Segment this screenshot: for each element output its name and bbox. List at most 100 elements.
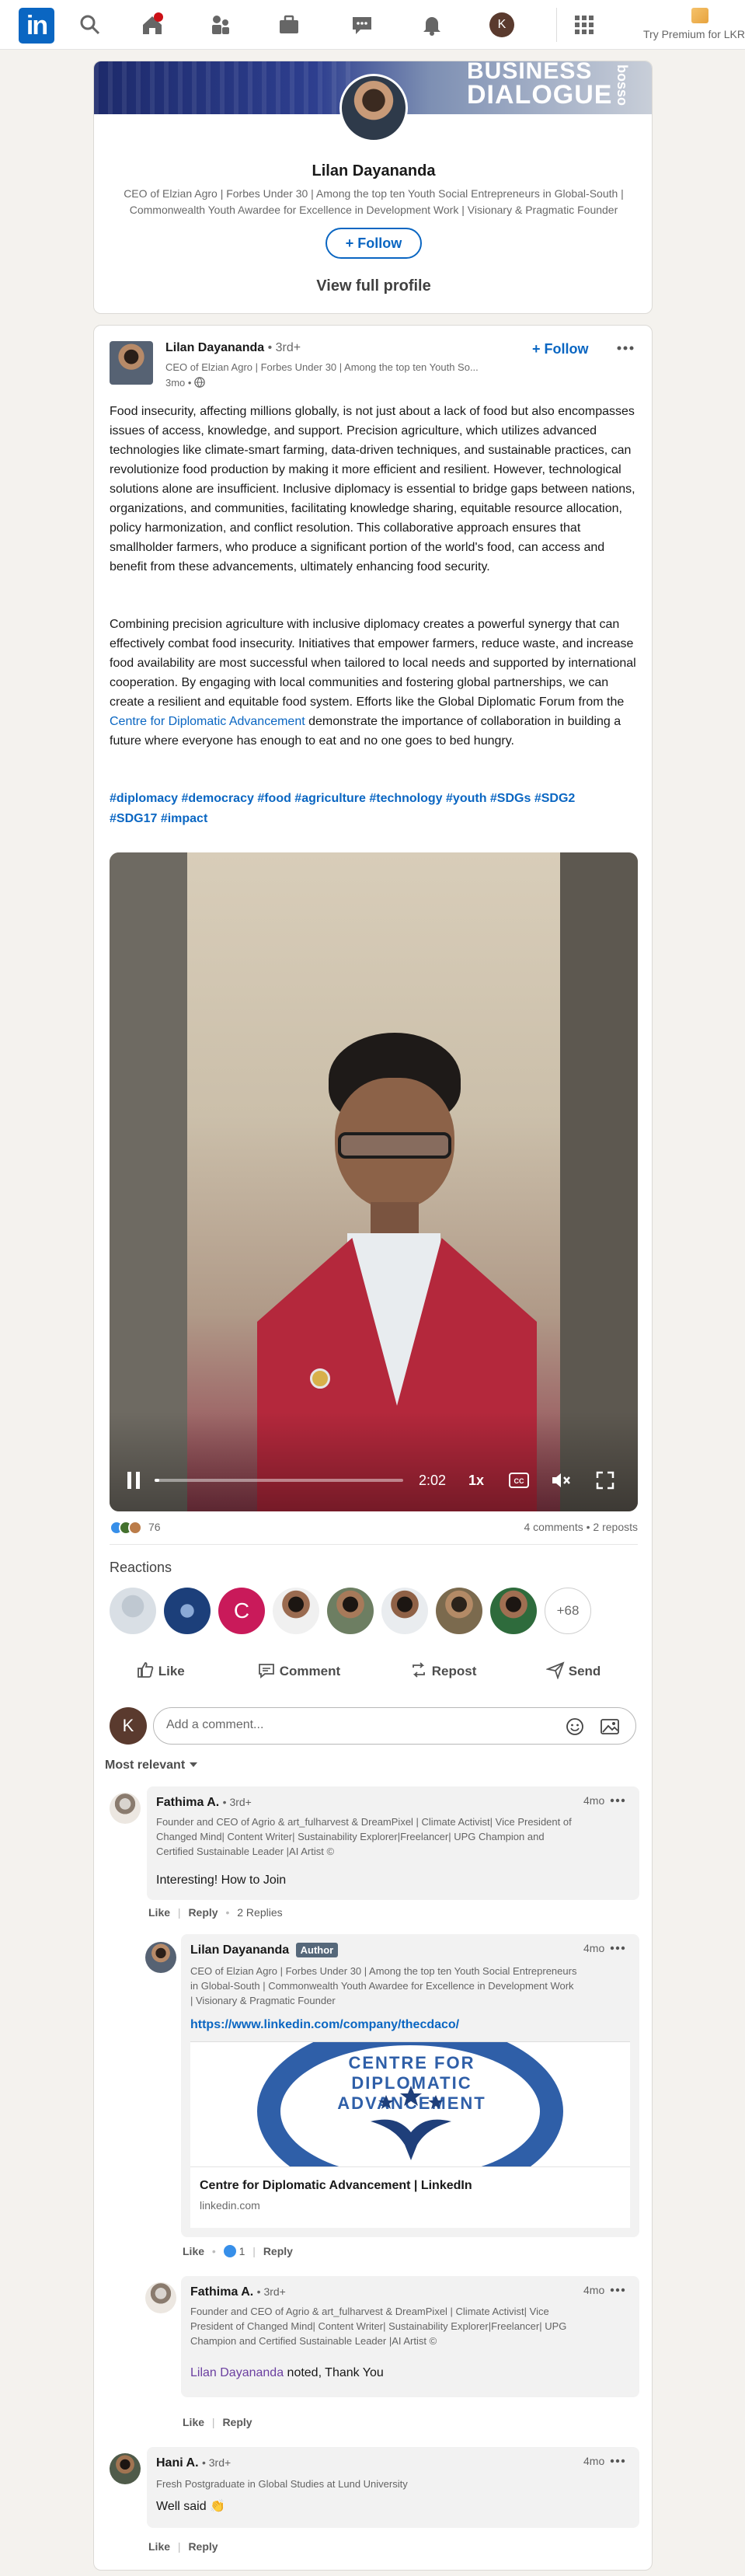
pause-icon[interactable] (127, 1471, 141, 1490)
profile-avatar[interactable] (339, 74, 408, 142)
hashtags-line-2[interactable]: #SDG17 #impact (110, 809, 207, 828)
me-avatar[interactable]: K (489, 12, 514, 37)
repost-button[interactable]: Repost (409, 1661, 476, 1679)
comment-more-icon[interactable] (610, 2458, 625, 2464)
comment-icon (259, 1664, 274, 1678)
comment-reply-button[interactable]: Reply (188, 2540, 218, 2553)
notifications-icon[interactable] (419, 12, 444, 37)
cda-mention-link[interactable]: Centre for Diplomatic Advancement (110, 715, 305, 728)
send-button[interactable]: Send (545, 1661, 601, 1680)
reply-like-button[interactable]: Like (183, 2416, 204, 2428)
reactor-avatar[interactable] (436, 1588, 482, 1634)
reply-more-icon[interactable] (610, 1945, 625, 1951)
image-icon[interactable] (600, 1717, 620, 1736)
my-network-icon[interactable] (208, 12, 233, 37)
video-progress-track[interactable] (155, 1479, 403, 1482)
comment-time: 4mo (583, 1794, 605, 1807)
profile-headline: CEO of Elzian Agro | Forbes Under 30 | A… (124, 187, 624, 216)
reply-author-line: Fathima A. • 3rd+ (190, 2285, 286, 2299)
like-button[interactable]: Like (136, 1661, 185, 1679)
top-nav: in K Try Premium for LKR (0, 0, 745, 50)
post-author-name[interactable]: Lilan Dayananda (165, 341, 264, 354)
comment-reply-button[interactable]: Reply (188, 1906, 218, 1919)
svg-text:CC: CC (514, 1477, 524, 1485)
comment-author[interactable]: Hani A. (156, 2456, 199, 2470)
fullscreen-icon[interactable] (596, 1471, 614, 1490)
post-author-headline: CEO of Elzian Agro | Forbes Under 30 | A… (165, 361, 479, 373)
repost-icon (413, 1662, 425, 1678)
post-author-line: Lilan Dayananda • 3rd+ (165, 341, 301, 355)
comment-time: 4mo (583, 2455, 605, 2467)
profile-follow-button[interactable]: + Follow (326, 228, 422, 259)
grid-icon[interactable] (572, 12, 597, 37)
comment-button[interactable]: Comment (257, 1661, 340, 1679)
video-player[interactable]: 2:02 1x CC (110, 852, 638, 1511)
reply-author-line: Lilan Dayananda Author (190, 1943, 339, 1957)
post-author-avatar[interactable] (110, 341, 153, 385)
view-full-profile-link[interactable]: View full profile (94, 277, 652, 295)
reply-author[interactable]: Fathima A. (190, 2285, 253, 2299)
post-time: 3mo • (165, 377, 192, 389)
reply-like-count[interactable]: 1 (239, 2245, 245, 2257)
reply-avatar[interactable] (145, 2282, 176, 2313)
comment-like-button[interactable]: Like (148, 1906, 170, 1919)
reactor-avatar[interactable]: C (218, 1588, 265, 1634)
reply-author[interactable]: Lilan Dayananda (190, 1943, 289, 1957)
comment-author[interactable]: Fathima A. (156, 1796, 219, 1809)
comment-avatar[interactable] (110, 2453, 141, 2484)
reactor-avatar[interactable] (381, 1588, 428, 1634)
premium-link[interactable]: Try Premium for LKR (643, 28, 745, 40)
comment-text: Well said 👏 (156, 2500, 225, 2513)
post-paragraph-2: Combining precision agriculture with inc… (110, 615, 636, 751)
emoji-icon[interactable] (566, 1717, 584, 1736)
reply-degree: • 3rd+ (256, 2285, 286, 2298)
reactor-avatar[interactable] (164, 1588, 211, 1634)
link-preview-card[interactable]: CENTRE FOR DIPLOMATIC ADVANCEMENT Centre… (190, 2041, 630, 2228)
commenter-avatar: K (110, 1707, 147, 1745)
comment-more-icon[interactable] (610, 1797, 625, 1804)
reply-box: Lilan Dayananda Author 4mo CEO of Elzian… (181, 1934, 639, 2237)
more-reactors-button[interactable]: +68 (545, 1588, 591, 1634)
reactor-avatar[interactable] (110, 1588, 156, 1634)
add-comment-placeholder: Add a comment... (166, 1718, 264, 1731)
messaging-icon[interactable] (350, 12, 374, 37)
reaction-count[interactable]: 76 (148, 1521, 161, 1533)
jobs-icon[interactable] (277, 12, 301, 37)
send-label: Send (568, 1664, 601, 1678)
more-options-icon[interactable] (616, 344, 635, 352)
add-comment-input[interactable]: Add a comment... (153, 1707, 636, 1745)
comment-avatar[interactable] (110, 1793, 141, 1824)
reply-avatar[interactable] (145, 1942, 176, 1973)
comment-author-line: Fathima A. • 3rd+ (156, 1796, 252, 1810)
post-follow-button[interactable]: + Follow (532, 341, 589, 357)
thumb-up-icon (138, 1662, 154, 1678)
repost-label: Repost (431, 1664, 477, 1678)
mute-icon[interactable] (551, 1471, 571, 1490)
captions-icon[interactable]: CC (509, 1472, 529, 1489)
eagle-emblem-icon (371, 2086, 451, 2160)
reactor-avatar[interactable] (273, 1588, 319, 1634)
like-label: Like (158, 1664, 185, 1678)
linkedin-logo[interactable]: in (19, 8, 54, 44)
reply-like-button[interactable]: Like (183, 2245, 204, 2257)
reply-more-icon[interactable] (610, 2287, 625, 2293)
company-link[interactable]: https://www.linkedin.com/company/thecdac… (190, 2018, 459, 2032)
profile-name[interactable]: Lilan Dayananda (94, 162, 652, 180)
search-icon[interactable] (78, 12, 103, 37)
comment-degree: • 3rd+ (222, 1796, 252, 1808)
comment-replies-count[interactable]: 2 Replies (237, 1906, 282, 1919)
reply-reply-button[interactable]: Reply (263, 2245, 293, 2257)
mention-link[interactable]: Lilan Dayananda (190, 2366, 284, 2379)
premium-icon[interactable] (691, 8, 708, 23)
comment-text: Interesting! How to Join (156, 1874, 287, 1887)
sort-comments-dropdown[interactable]: Most relevant (105, 1759, 198, 1773)
hashtags-line-1[interactable]: #diplomacy #democracy #food #agriculture… (110, 789, 575, 808)
home-icon[interactable] (140, 12, 165, 37)
reactor-avatar[interactable] (490, 1588, 537, 1634)
comment-like-button[interactable]: Like (148, 2540, 170, 2553)
playback-speed-button[interactable]: 1x (468, 1473, 484, 1489)
reactor-avatar[interactable] (327, 1588, 374, 1634)
preview-title[interactable]: Centre for Diplomatic Advancement | Link… (200, 2179, 472, 2193)
reply-reply-button[interactable]: Reply (222, 2416, 252, 2428)
comments-reposts-count[interactable]: 4 comments • 2 reposts (405, 1521, 638, 1533)
